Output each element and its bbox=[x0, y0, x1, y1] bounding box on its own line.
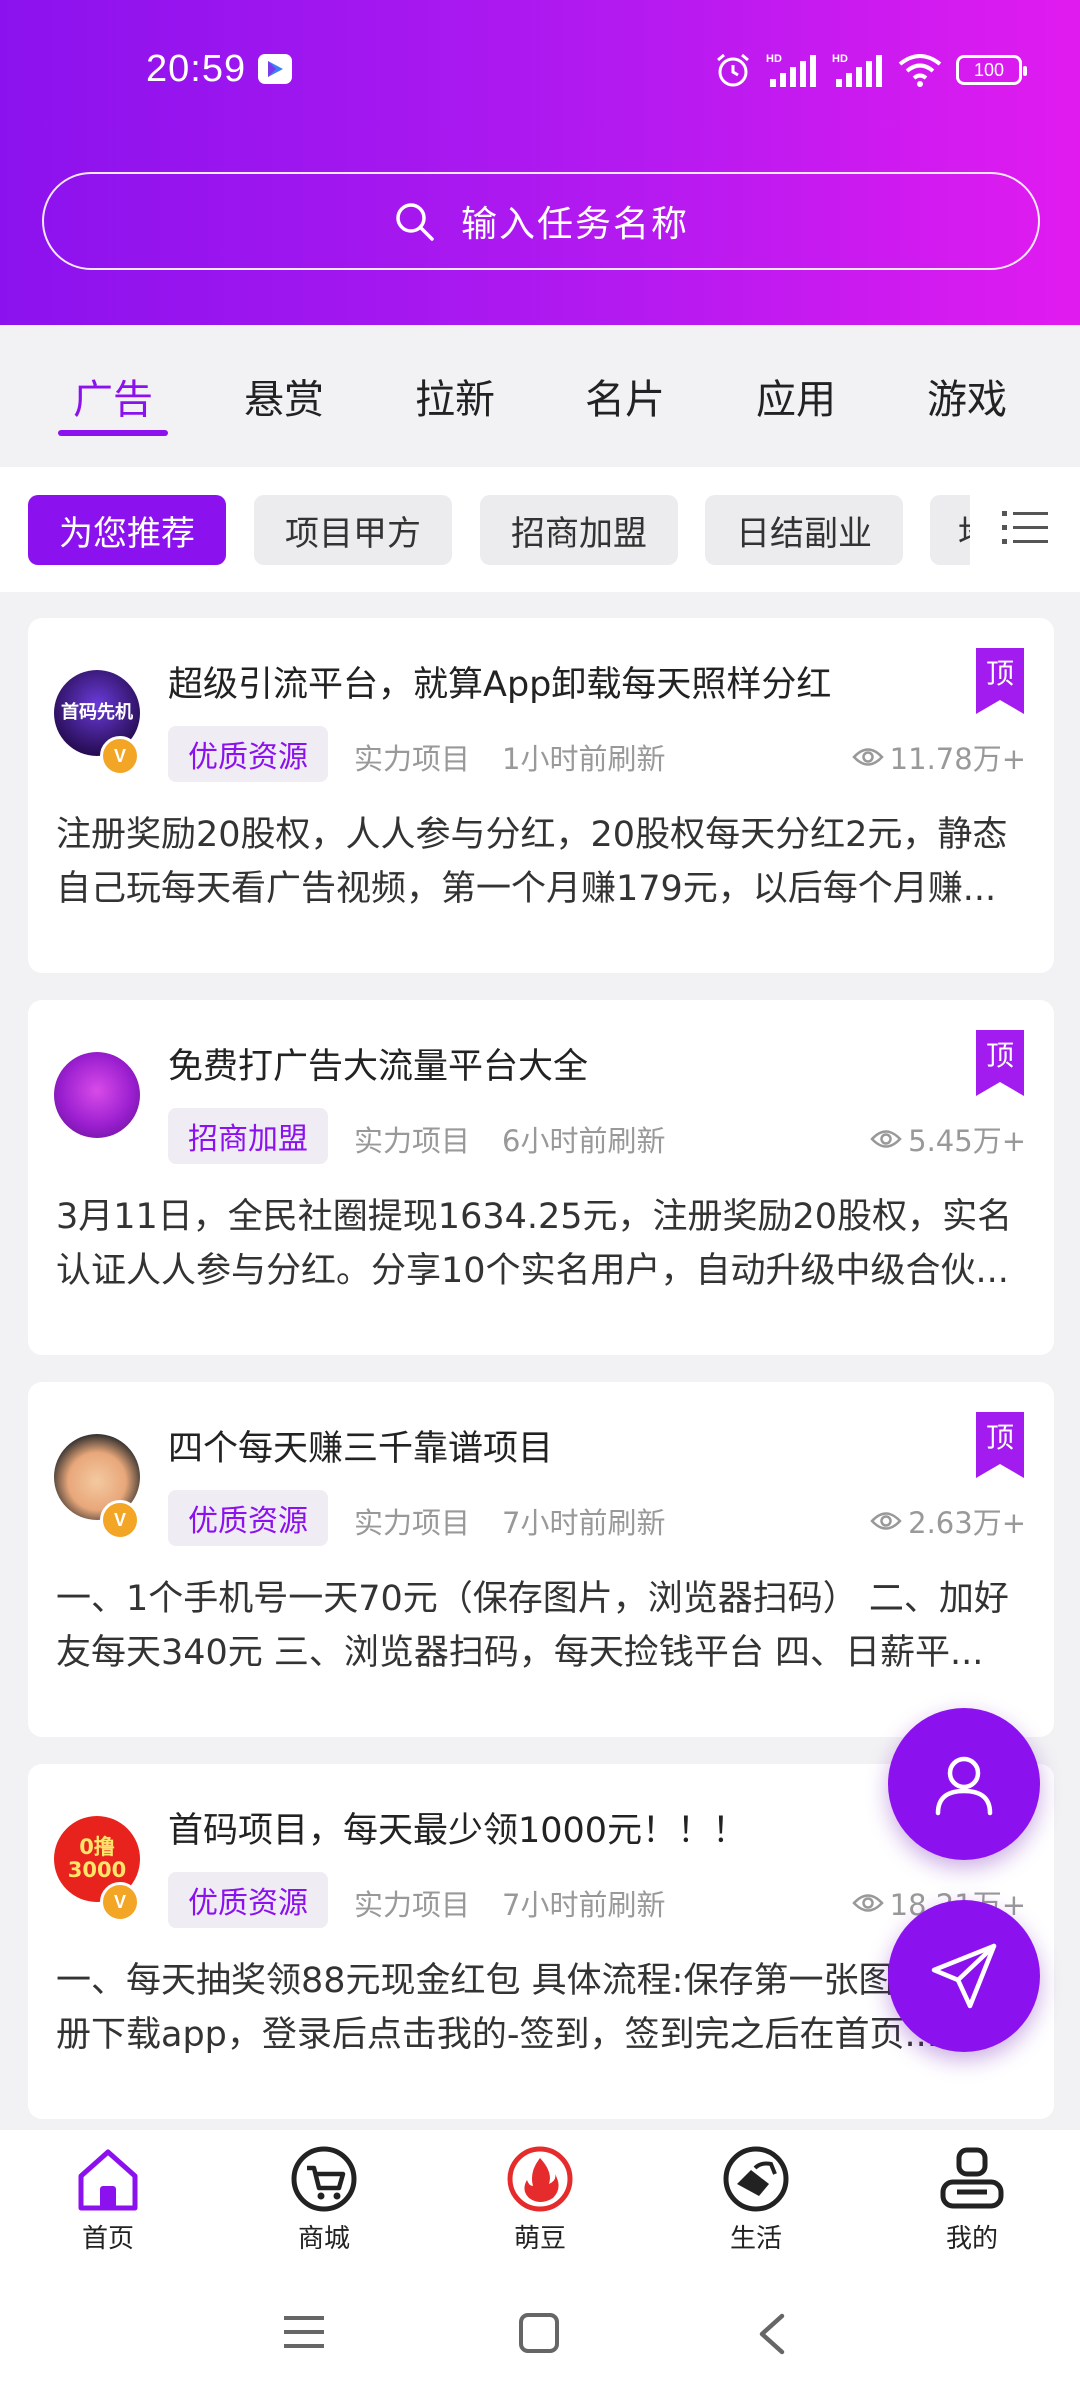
pinned-ribbon-icon: 顶 bbox=[976, 1412, 1024, 1478]
fuel-icon bbox=[723, 2146, 789, 2212]
card-tag: 招商加盟 bbox=[168, 1108, 328, 1164]
search-placeholder: 输入任务名称 bbox=[460, 204, 689, 245]
network1-label: HD bbox=[766, 53, 782, 65]
card-meta-type: 实力项目 bbox=[354, 742, 471, 776]
view-count-value: 2.63万+ bbox=[908, 1506, 1026, 1540]
wifi-icon bbox=[898, 54, 942, 87]
view-count: 11.78万+ bbox=[851, 736, 1026, 778]
nav-home[interactable]: 首页 bbox=[38, 2144, 178, 2255]
category-tabs: 广告 悬赏 拉新 名片 应用 游戏 bbox=[0, 325, 1080, 467]
nav-life-label: 生活 bbox=[729, 2224, 782, 2254]
view-count-value: 5.45万+ bbox=[908, 1124, 1026, 1158]
card-meta-refresh: 6小时前刷新 bbox=[502, 1124, 666, 1158]
play-store-icon bbox=[258, 54, 292, 84]
card-title: 免费打广告大流量平台大全 bbox=[168, 1047, 589, 1087]
pinned-ribbon-icon: 顶 bbox=[976, 648, 1024, 714]
eye-icon bbox=[870, 1512, 902, 1530]
nav-beans[interactable]: 萌豆 bbox=[470, 2144, 610, 2255]
tab-referral[interactable]: 拉新 bbox=[385, 367, 525, 425]
filter-chips: 为您推荐 项目甲方 招商加盟 日结副业 地 bbox=[0, 467, 1080, 592]
search-icon bbox=[396, 203, 434, 241]
system-nav-bar bbox=[0, 2270, 1080, 2400]
card-meta-refresh: 7小时前刷新 bbox=[502, 1888, 666, 1922]
pinned-ribbon-label: 顶 bbox=[986, 657, 1014, 690]
alarm-icon bbox=[717, 53, 749, 87]
avatar-image bbox=[54, 1052, 140, 1138]
home-icon bbox=[78, 2149, 138, 2211]
vip-badge: V bbox=[100, 736, 140, 776]
status-time: 20:59 bbox=[146, 48, 247, 90]
nav-mine-label: 我的 bbox=[945, 2224, 998, 2254]
home-square-icon[interactable] bbox=[518, 2312, 560, 2354]
card-tag: 优质资源 bbox=[168, 1490, 328, 1546]
card-meta-type: 实力项目 bbox=[354, 1888, 471, 1922]
nav-mine[interactable]: 我的 bbox=[902, 2144, 1042, 2255]
pinned-ribbon-icon: 顶 bbox=[976, 1030, 1024, 1096]
network2-label: HD bbox=[832, 53, 848, 65]
eye-icon bbox=[851, 1894, 884, 1912]
chip-project-party[interactable]: 项目甲方 bbox=[254, 495, 452, 565]
task-card[interactable]: V 四个每天赚三千靠谱项目 顶 优质资源 实力项目 7小时前刷新 2.63万+ … bbox=[28, 1382, 1054, 1737]
back-icon[interactable] bbox=[756, 2312, 788, 2356]
list-menu-icon[interactable] bbox=[1002, 507, 1048, 547]
vip-badge: V bbox=[100, 1882, 140, 1922]
view-count: 2.63万+ bbox=[870, 1500, 1026, 1542]
menu-icon[interactable] bbox=[282, 2312, 326, 2352]
eye-icon bbox=[870, 1130, 902, 1148]
battery-indicator: 100 bbox=[956, 55, 1027, 85]
tab-ad[interactable]: 广告 bbox=[43, 367, 183, 425]
search-input[interactable]: 输入任务名称 bbox=[42, 172, 1040, 270]
header: 20:59 HD HD 100 输入任务名称 bbox=[0, 0, 1080, 325]
avatar: 0撸3000 V bbox=[54, 1816, 140, 1922]
card-meta-type: 实力项目 bbox=[354, 1506, 471, 1540]
tab-business-card[interactable]: 名片 bbox=[555, 367, 695, 425]
chip-daily-side-job[interactable]: 日结副业 bbox=[705, 495, 903, 565]
card-title: 首码项目，每天最少领1000元！！！ bbox=[168, 1811, 748, 1851]
nav-mall-label: 商城 bbox=[297, 2224, 350, 2254]
chip-franchise[interactable]: 招商加盟 bbox=[480, 495, 678, 565]
card-description: 注册奖励20股权，人人参与分红，20股权每天分红2元，静态自己玩每天看广告视频，… bbox=[56, 815, 1008, 909]
flame-icon bbox=[507, 2146, 573, 2212]
chip-recommended[interactable]: 为您推荐 bbox=[28, 495, 226, 565]
tab-app[interactable]: 应用 bbox=[726, 367, 866, 425]
nav-life[interactable]: 生活 bbox=[686, 2144, 826, 2255]
publish-fab-button[interactable] bbox=[888, 1900, 1040, 2052]
profile-fab-button[interactable] bbox=[888, 1708, 1040, 1860]
avatar bbox=[54, 1052, 140, 1138]
status-bar: 20:59 HD HD 100 bbox=[0, 0, 1080, 140]
nav-beans-label: 萌豆 bbox=[513, 2224, 566, 2254]
card-meta-type: 实力项目 bbox=[354, 1124, 471, 1158]
card-title: 超级引流平台，就算App卸载每天照样分红 bbox=[168, 665, 832, 705]
card-tag: 优质资源 bbox=[168, 726, 328, 782]
status-icons: HD HD 100 bbox=[714, 50, 1027, 90]
pinned-ribbon-label: 顶 bbox=[986, 1421, 1014, 1454]
nav-mall[interactable]: 商城 bbox=[254, 2144, 394, 2255]
pinned-ribbon-label: 顶 bbox=[986, 1039, 1014, 1072]
nav-home-label: 首页 bbox=[81, 2224, 134, 2254]
user-icon bbox=[935, 1756, 993, 1816]
eye-icon bbox=[851, 748, 884, 766]
signal-hd-icon: HD bbox=[766, 53, 816, 87]
signal-hd-icon-2: HD bbox=[832, 53, 882, 87]
vip-badge: V bbox=[100, 1500, 140, 1540]
tab-game[interactable]: 游戏 bbox=[897, 367, 1037, 425]
cart-icon bbox=[291, 2146, 357, 2212]
profile-icon bbox=[940, 2147, 1004, 2209]
task-card[interactable]: 首码先机 V 超级引流平台，就算App卸载每天照样分红 顶 优质资源 实力项目 … bbox=[28, 618, 1054, 973]
view-count-value: 11.78万+ bbox=[889, 742, 1026, 776]
avatar: 首码先机 V bbox=[54, 670, 140, 776]
active-tab-indicator bbox=[58, 430, 168, 436]
card-tag: 优质资源 bbox=[168, 1872, 328, 1928]
card-meta-refresh: 7小时前刷新 bbox=[502, 1506, 666, 1540]
card-description: 3月11日，全民社圈提现1634.25元，注册奖励20股权，实名认证人人参与分红… bbox=[56, 1197, 1013, 1291]
bottom-nav: 首页 商城 萌豆 生活 我的 bbox=[0, 2130, 1080, 2270]
card-meta-refresh: 1小时前刷新 bbox=[502, 742, 666, 776]
send-icon bbox=[931, 1943, 997, 2009]
avatar: V bbox=[54, 1434, 140, 1540]
task-card[interactable]: 免费打广告大流量平台大全 顶 招商加盟 实力项目 6小时前刷新 5.45万+ 3… bbox=[28, 1000, 1054, 1355]
view-count: 5.45万+ bbox=[870, 1118, 1026, 1160]
card-description: 一、1个手机号一天70元（保存图片，浏览器扫码） 二、加好友每天340元 三、浏… bbox=[56, 1579, 1009, 1673]
tab-bounty[interactable]: 悬赏 bbox=[214, 367, 354, 425]
card-title: 四个每天赚三千靠谱项目 bbox=[168, 1429, 554, 1469]
